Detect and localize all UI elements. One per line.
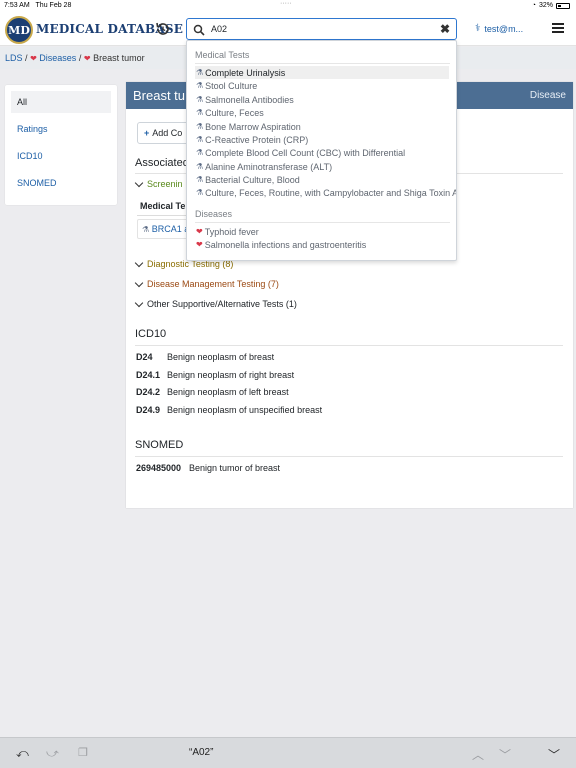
result-item[interactable]: ⚗ Salmonella Antibodies: [195, 93, 456, 106]
result-item[interactable]: ❤ Salmonella infections and gastroenterit…: [195, 238, 456, 251]
snomed-row: 269485000 Benign tumor of breast: [136, 463, 281, 473]
sidebar-item-snomed[interactable]: SNOMED: [11, 172, 111, 194]
result-item[interactable]: ⚗ Complete Urinalysis: [195, 66, 449, 79]
sidebar-item-icd10[interactable]: ICD10: [11, 145, 111, 167]
page-title: Breast tu: [133, 88, 186, 103]
icd10-row: D24.1 Benign neoplasm of right breast: [136, 370, 295, 380]
test-tube-icon: ⚗: [196, 81, 204, 90]
search-icon: [193, 24, 205, 36]
icd10-row: D24.2 Benign neoplasm of left breast: [136, 387, 289, 397]
autocomplete-suggestion[interactable]: “A02”: [189, 747, 213, 758]
keyboard-bar: ⤺ ⤻ ❐ “A02” ︿ ﹀ ﹀: [0, 737, 576, 768]
breadcrumb-current: Breast tumor: [93, 53, 145, 63]
status-time: 7:53 AM Thu Feb 28: [4, 2, 72, 9]
status-bar: 7:53 AM Thu Feb 28 ····· ◔ 32%: [0, 0, 576, 12]
chevron-down-icon: [134, 298, 144, 307]
accordion-disease-management[interactable]: Disease Management Testing (7): [134, 278, 279, 289]
sidebar: All Ratings ICD10 SNOMED: [5, 85, 117, 205]
accordion-screening[interactable]: Screenin: [134, 178, 183, 189]
result-item[interactable]: ⚗ C-Reactive Protein (CRP): [195, 133, 456, 146]
chevron-down-icon: [134, 278, 144, 287]
chevron-down-icon[interactable]: ﹀: [499, 746, 511, 763]
breadcrumb-diseases[interactable]: Diseases: [39, 53, 76, 63]
result-item[interactable]: ⚗ Culture, Feces: [195, 106, 456, 119]
chevron-down-icon: [134, 178, 144, 187]
search-input[interactable]: A02 ✖: [186, 18, 457, 40]
icd10-row: D24 Benign neoplasm of breast: [136, 352, 275, 362]
heart-icon: ❤: [83, 54, 91, 63]
result-item[interactable]: ⚗ Complete Blood Cell Count (CBC) with Di…: [195, 146, 456, 159]
redo-icon[interactable]: ⤻: [46, 746, 59, 761]
sidebar-item-ratings[interactable]: Ratings: [11, 118, 111, 140]
status-right: ◔ 32%: [532, 2, 570, 9]
clear-icon[interactable]: ✖: [440, 22, 450, 36]
test-tube-icon: ⚗: [142, 225, 150, 234]
breadcrumb-root[interactable]: LDS: [5, 53, 23, 63]
user-menu[interactable]: ⚕ test@m...: [475, 23, 523, 34]
paste-icon[interactable]: ❐: [78, 746, 88, 759]
search-value: A02: [211, 24, 228, 34]
icd10-title: ICD10: [135, 328, 167, 340]
result-item[interactable]: ❤ Typhoid fever: [195, 225, 456, 238]
entity-kind: Disease: [529, 90, 566, 101]
associated-title: Associated: [135, 157, 189, 169]
wifi-icon: ◔: [531, 2, 536, 9]
heart-icon: ❤: [30, 54, 37, 63]
test-tube-icon: ⚗: [196, 175, 204, 184]
search-results-dropdown: Medical Tests ⚗ Complete Urinalysis ⚗ Stoo…: [186, 40, 457, 261]
test-tube-icon: ⚗: [196, 108, 204, 117]
results-heading-diseases: Diseases: [195, 209, 233, 219]
test-tube-icon: ⚗: [196, 135, 204, 144]
heart-icon: ❤: [196, 227, 203, 236]
result-item[interactable]: ⚗ Alanine Aminotransferase (ALT): [195, 160, 456, 173]
test-tube-icon: ⚗: [196, 95, 204, 104]
test-tube-icon: ⚗: [196, 122, 204, 131]
result-item[interactable]: ⚗ Bacterial Culture, Blood: [195, 173, 456, 186]
history-icon[interactable]: [155, 21, 171, 37]
chevron-down-icon: [134, 258, 144, 267]
user-label: test@m...: [484, 23, 524, 34]
test-tube-icon: ⚗: [196, 68, 204, 77]
divider: [195, 222, 450, 223]
result-item[interactable]: ⚗ Bone Marrow Aspiration: [195, 120, 456, 133]
divider: [195, 63, 450, 64]
divider: [135, 345, 563, 346]
test-tube-icon: ⚗: [196, 188, 204, 197]
accordion-other[interactable]: Other Supportive/Alternative Tests (1): [134, 298, 297, 309]
snomed-title: SNOMED: [135, 439, 184, 451]
medical-tests-header: Medical Te: [140, 201, 186, 211]
undo-icon[interactable]: ⤺: [16, 746, 29, 761]
result-item[interactable]: ⚗ Culture, Feces, Routine, with Campyloba…: [195, 186, 456, 199]
battery-percent: 32%: [538, 2, 553, 9]
test-tube-icon: ⚗: [196, 148, 204, 157]
multitask-dots: ·····: [280, 0, 292, 7]
test-tube-icon: ⚗: [196, 162, 204, 171]
icd10-row: D24.9 Benign neoplasm of unspecified bre…: [136, 405, 323, 415]
chevron-up-icon[interactable]: ︿: [472, 746, 484, 763]
results-heading-tests: Medical Tests: [195, 50, 250, 60]
divider: [135, 456, 563, 457]
menu-icon[interactable]: [552, 23, 564, 33]
plus-icon: +: [144, 128, 150, 138]
battery-icon: [556, 2, 570, 9]
sidebar-item-all[interactable]: All: [11, 91, 111, 113]
dismiss-keyboard-icon[interactable]: ﹀: [548, 746, 560, 763]
result-item[interactable]: ⚗ Stool Culture: [195, 79, 456, 92]
user-icon: ⚕: [475, 23, 481, 34]
heart-icon: ❤: [196, 240, 203, 249]
brand-logo[interactable]: MD: [5, 16, 33, 44]
